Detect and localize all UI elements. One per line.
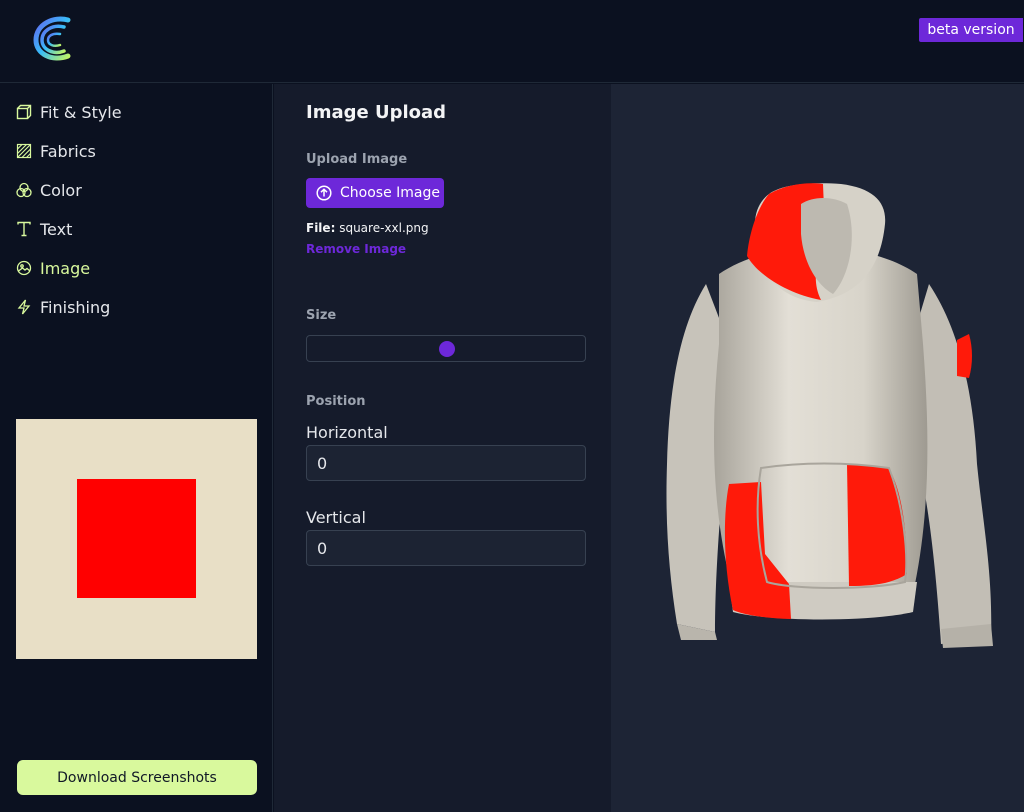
cube-icon xyxy=(16,104,32,120)
choose-image-button[interactable]: Choose Image xyxy=(306,178,444,208)
brand-logo-icon[interactable] xyxy=(30,14,74,64)
fabric-texture-icon xyxy=(16,143,32,159)
file-prefix: File: xyxy=(306,221,336,235)
image-upload-panel: Image Upload Upload Image Choose Image F… xyxy=(274,84,611,812)
lightning-icon xyxy=(17,299,31,315)
sidebar-item-text[interactable]: Text xyxy=(16,216,72,242)
upload-image-label: Upload Image xyxy=(306,152,408,167)
size-slider-thumb[interactable] xyxy=(439,341,455,357)
vertical-label: Vertical xyxy=(306,508,366,527)
sidebar-item-label: Image xyxy=(40,258,91,278)
text-icon xyxy=(17,221,31,237)
sidebar-item-label: Fabrics xyxy=(40,141,96,161)
size-label: Size xyxy=(306,308,337,323)
beta-badge: beta version xyxy=(919,18,1023,42)
sidebar-item-label: Text xyxy=(40,219,73,239)
sidebar-item-label: Color xyxy=(40,180,82,200)
horizontal-input[interactable] xyxy=(306,445,586,481)
sidebar-item-fabrics[interactable]: Fabrics xyxy=(16,138,96,164)
remove-image-link[interactable]: Remove Image xyxy=(306,242,406,256)
position-label: Position xyxy=(306,394,366,409)
download-screenshots-button[interactable]: Download Screenshots xyxy=(17,760,257,795)
sidebar: Fit & Style Fabrics Color Text Image Fin… xyxy=(0,84,273,812)
preview-red-square xyxy=(77,479,196,598)
upload-arrow-icon xyxy=(316,185,332,201)
sidebar-item-label: Finishing xyxy=(40,297,111,317)
choose-image-label: Choose Image xyxy=(340,185,440,201)
sidebar-item-color[interactable]: Color xyxy=(16,177,82,203)
image-preview xyxy=(16,419,257,659)
file-name-line: File: square-xxl.png xyxy=(306,221,429,235)
sidebar-item-image[interactable]: Image xyxy=(16,255,90,281)
image-icon xyxy=(16,260,32,276)
panel-title: Image Upload xyxy=(306,102,447,123)
color-circles-icon xyxy=(16,182,32,198)
garment-viewport[interactable] xyxy=(611,84,1024,812)
app-header: beta version xyxy=(0,0,1024,83)
hoodie-model xyxy=(666,183,993,648)
vertical-input[interactable] xyxy=(306,530,586,566)
file-name: square-xxl.png xyxy=(339,221,429,235)
size-slider[interactable] xyxy=(306,335,586,362)
sidebar-item-label: Fit & Style xyxy=(40,102,122,122)
sidebar-item-fit-style[interactable]: Fit & Style xyxy=(16,99,122,125)
horizontal-label: Horizontal xyxy=(306,423,388,442)
sidebar-item-finishing[interactable]: Finishing xyxy=(16,294,110,320)
